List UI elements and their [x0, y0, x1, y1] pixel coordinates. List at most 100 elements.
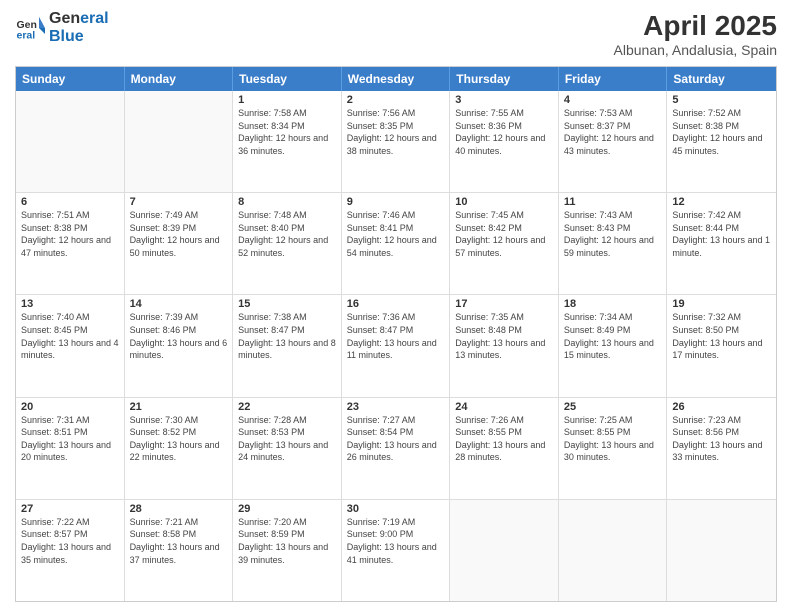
- day-number: 1: [238, 94, 336, 106]
- cell-info: Sunrise: 7:40 AMSunset: 8:45 PMDaylight:…: [21, 311, 119, 361]
- calendar-row-0: 1Sunrise: 7:58 AMSunset: 8:34 PMDaylight…: [16, 91, 776, 193]
- calendar-cell: 6Sunrise: 7:51 AMSunset: 8:38 PMDaylight…: [16, 193, 125, 294]
- cell-info: Sunrise: 7:21 AMSunset: 8:58 PMDaylight:…: [130, 516, 228, 566]
- cell-info: Sunrise: 7:23 AMSunset: 8:56 PMDaylight:…: [672, 414, 771, 464]
- day-number: 17: [455, 298, 553, 310]
- logo: Gen eral General Blue: [15, 10, 109, 45]
- cell-info: Sunrise: 7:20 AMSunset: 8:59 PMDaylight:…: [238, 516, 336, 566]
- calendar-cell: 29Sunrise: 7:20 AMSunset: 8:59 PMDayligh…: [233, 500, 342, 601]
- calendar-cell: 20Sunrise: 7:31 AMSunset: 8:51 PMDayligh…: [16, 398, 125, 499]
- day-number: 15: [238, 298, 336, 310]
- calendar-row-2: 13Sunrise: 7:40 AMSunset: 8:45 PMDayligh…: [16, 295, 776, 397]
- day-number: 8: [238, 196, 336, 208]
- header-day-thursday: Thursday: [450, 67, 559, 91]
- cell-info: Sunrise: 7:35 AMSunset: 8:48 PMDaylight:…: [455, 311, 553, 361]
- day-number: 26: [672, 401, 771, 413]
- cell-info: Sunrise: 7:58 AMSunset: 8:34 PMDaylight:…: [238, 107, 336, 157]
- logo-icon: Gen eral: [15, 13, 45, 43]
- calendar-cell: 22Sunrise: 7:28 AMSunset: 8:53 PMDayligh…: [233, 398, 342, 499]
- calendar-cell: [667, 500, 776, 601]
- cell-info: Sunrise: 7:42 AMSunset: 8:44 PMDaylight:…: [672, 209, 771, 259]
- calendar-cell: 24Sunrise: 7:26 AMSunset: 8:55 PMDayligh…: [450, 398, 559, 499]
- day-number: 14: [130, 298, 228, 310]
- cell-info: Sunrise: 7:46 AMSunset: 8:41 PMDaylight:…: [347, 209, 445, 259]
- cell-info: Sunrise: 7:27 AMSunset: 8:54 PMDaylight:…: [347, 414, 445, 464]
- svg-text:eral: eral: [17, 29, 36, 41]
- day-number: 3: [455, 94, 553, 106]
- cell-info: Sunrise: 7:48 AMSunset: 8:40 PMDaylight:…: [238, 209, 336, 259]
- day-number: 5: [672, 94, 771, 106]
- calendar-row-4: 27Sunrise: 7:22 AMSunset: 8:57 PMDayligh…: [16, 500, 776, 601]
- day-number: 12: [672, 196, 771, 208]
- day-number: 22: [238, 401, 336, 413]
- day-number: 29: [238, 503, 336, 515]
- logo-line1: General: [49, 10, 109, 28]
- day-number: 23: [347, 401, 445, 413]
- calendar-cell: 11Sunrise: 7:43 AMSunset: 8:43 PMDayligh…: [559, 193, 668, 294]
- cell-info: Sunrise: 7:31 AMSunset: 8:51 PMDaylight:…: [21, 414, 119, 464]
- calendar-cell: 14Sunrise: 7:39 AMSunset: 8:46 PMDayligh…: [125, 295, 234, 396]
- calendar-cell: 4Sunrise: 7:53 AMSunset: 8:37 PMDaylight…: [559, 91, 668, 192]
- cell-info: Sunrise: 7:34 AMSunset: 8:49 PMDaylight:…: [564, 311, 662, 361]
- calendar-cell: 15Sunrise: 7:38 AMSunset: 8:47 PMDayligh…: [233, 295, 342, 396]
- cell-info: Sunrise: 7:19 AMSunset: 9:00 PMDaylight:…: [347, 516, 445, 566]
- calendar-cell: 30Sunrise: 7:19 AMSunset: 9:00 PMDayligh…: [342, 500, 451, 601]
- cell-info: Sunrise: 7:30 AMSunset: 8:52 PMDaylight:…: [130, 414, 228, 464]
- calendar-row-3: 20Sunrise: 7:31 AMSunset: 8:51 PMDayligh…: [16, 398, 776, 500]
- header-day-wednesday: Wednesday: [342, 67, 451, 91]
- day-number: 28: [130, 503, 228, 515]
- day-number: 13: [21, 298, 119, 310]
- header-day-saturday: Saturday: [667, 67, 776, 91]
- calendar-cell: 10Sunrise: 7:45 AMSunset: 8:42 PMDayligh…: [450, 193, 559, 294]
- cell-info: Sunrise: 7:51 AMSunset: 8:38 PMDaylight:…: [21, 209, 119, 259]
- header-day-monday: Monday: [125, 67, 234, 91]
- calendar-cell: 1Sunrise: 7:58 AMSunset: 8:34 PMDaylight…: [233, 91, 342, 192]
- calendar-cell: 7Sunrise: 7:49 AMSunset: 8:39 PMDaylight…: [125, 193, 234, 294]
- day-number: 7: [130, 196, 228, 208]
- calendar-cell: 27Sunrise: 7:22 AMSunset: 8:57 PMDayligh…: [16, 500, 125, 601]
- logo-text-block: General Blue: [49, 10, 109, 45]
- calendar-cell: [125, 91, 234, 192]
- calendar-cell: 13Sunrise: 7:40 AMSunset: 8:45 PMDayligh…: [16, 295, 125, 396]
- calendar-cell: 8Sunrise: 7:48 AMSunset: 8:40 PMDaylight…: [233, 193, 342, 294]
- day-number: 25: [564, 401, 662, 413]
- day-number: 19: [672, 298, 771, 310]
- cell-info: Sunrise: 7:28 AMSunset: 8:53 PMDaylight:…: [238, 414, 336, 464]
- calendar-cell: 18Sunrise: 7:34 AMSunset: 8:49 PMDayligh…: [559, 295, 668, 396]
- cell-info: Sunrise: 7:32 AMSunset: 8:50 PMDaylight:…: [672, 311, 771, 361]
- calendar-cell: [450, 500, 559, 601]
- calendar-cell: 23Sunrise: 7:27 AMSunset: 8:54 PMDayligh…: [342, 398, 451, 499]
- calendar-row-1: 6Sunrise: 7:51 AMSunset: 8:38 PMDaylight…: [16, 193, 776, 295]
- calendar-cell: 21Sunrise: 7:30 AMSunset: 8:52 PMDayligh…: [125, 398, 234, 499]
- calendar-cell: [559, 500, 668, 601]
- page: Gen eral General Blue April 2025 Albunan…: [0, 0, 792, 612]
- header-day-tuesday: Tuesday: [233, 67, 342, 91]
- day-number: 9: [347, 196, 445, 208]
- calendar-cell: 2Sunrise: 7:56 AMSunset: 8:35 PMDaylight…: [342, 91, 451, 192]
- day-number: 27: [21, 503, 119, 515]
- calendar-cell: 9Sunrise: 7:46 AMSunset: 8:41 PMDaylight…: [342, 193, 451, 294]
- day-number: 18: [564, 298, 662, 310]
- cell-info: Sunrise: 7:53 AMSunset: 8:37 PMDaylight:…: [564, 107, 662, 157]
- header-day-sunday: Sunday: [16, 67, 125, 91]
- cell-info: Sunrise: 7:43 AMSunset: 8:43 PMDaylight:…: [564, 209, 662, 259]
- header-day-friday: Friday: [559, 67, 668, 91]
- day-number: 21: [130, 401, 228, 413]
- logo-line2: Blue: [49, 28, 109, 46]
- header: Gen eral General Blue April 2025 Albunan…: [15, 10, 777, 58]
- calendar: SundayMondayTuesdayWednesdayThursdayFrid…: [15, 66, 777, 602]
- calendar-cell: [16, 91, 125, 192]
- calendar-cell: 5Sunrise: 7:52 AMSunset: 8:38 PMDaylight…: [667, 91, 776, 192]
- day-number: 10: [455, 196, 553, 208]
- day-number: 6: [21, 196, 119, 208]
- day-number: 4: [564, 94, 662, 106]
- cell-info: Sunrise: 7:55 AMSunset: 8:36 PMDaylight:…: [455, 107, 553, 157]
- cell-info: Sunrise: 7:52 AMSunset: 8:38 PMDaylight:…: [672, 107, 771, 157]
- calendar-cell: 25Sunrise: 7:25 AMSunset: 8:55 PMDayligh…: [559, 398, 668, 499]
- cell-info: Sunrise: 7:45 AMSunset: 8:42 PMDaylight:…: [455, 209, 553, 259]
- calendar-body: 1Sunrise: 7:58 AMSunset: 8:34 PMDaylight…: [16, 91, 776, 601]
- calendar-cell: 16Sunrise: 7:36 AMSunset: 8:47 PMDayligh…: [342, 295, 451, 396]
- cell-info: Sunrise: 7:36 AMSunset: 8:47 PMDaylight:…: [347, 311, 445, 361]
- calendar-cell: 12Sunrise: 7:42 AMSunset: 8:44 PMDayligh…: [667, 193, 776, 294]
- day-number: 2: [347, 94, 445, 106]
